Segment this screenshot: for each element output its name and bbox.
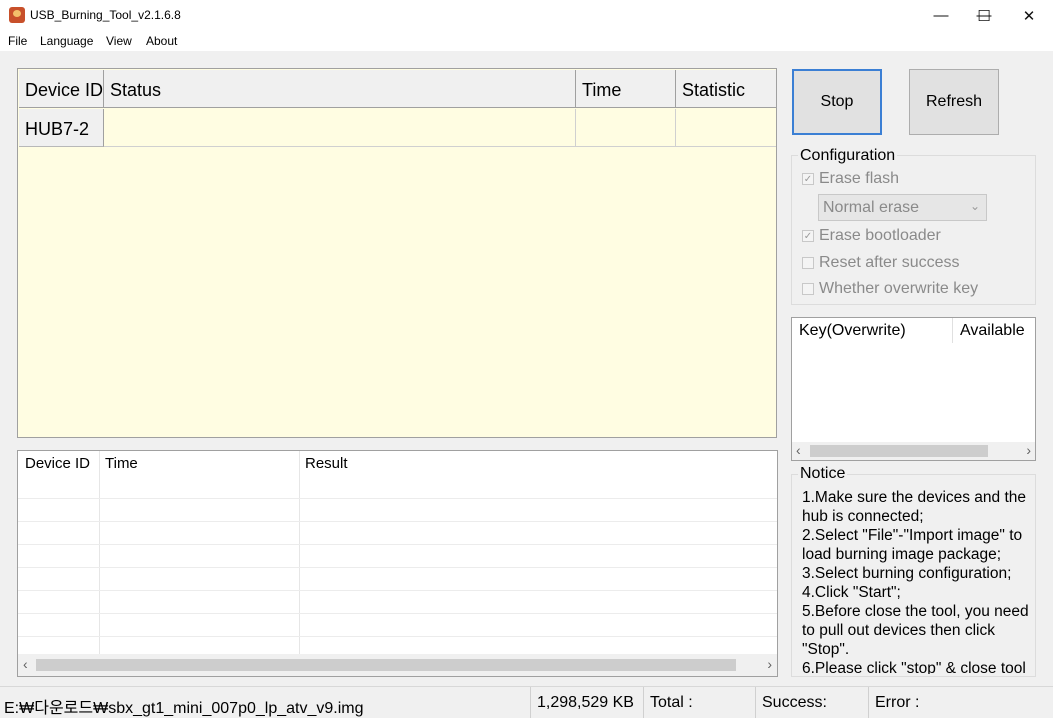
- image-size: 1,298,529 KB: [537, 694, 634, 711]
- grid-header-statistic[interactable]: Statistic: [676, 70, 776, 108]
- key-horizontal-scrollbar[interactable]: ‹ ›: [792, 442, 1035, 460]
- log-header-result[interactable]: Result: [305, 455, 348, 472]
- divider: [530, 687, 531, 718]
- close-button[interactable]: ✕: [1006, 0, 1052, 31]
- reset-after-success-label: Reset after success: [819, 254, 960, 271]
- key-header-overwrite[interactable]: Key(Overwrite): [792, 318, 953, 343]
- menu-language[interactable]: Language: [40, 34, 93, 48]
- menu-file[interactable]: File: [8, 34, 27, 48]
- grid-row-statistic: [676, 109, 776, 147]
- status-bar: E:₩다운로드₩sbx_gt1_mini_007p0_lp_atv_v9.img…: [0, 686, 1053, 718]
- erase-flash-label: Erase flash: [819, 170, 900, 187]
- log-col-divider: [99, 451, 100, 654]
- notice-line: 5.Before close the tool, you need to pul…: [802, 603, 1029, 658]
- scrollbar-thumb[interactable]: [36, 659, 736, 671]
- log-row: [18, 544, 777, 545]
- app-icon: [9, 7, 25, 23]
- notice-text: 1.Make sure the devices and the hub is c…: [802, 488, 1038, 674]
- log-horizontal-scrollbar[interactable]: ‹ ›: [18, 654, 777, 676]
- maximize-button[interactable]: ☐: [961, 0, 1007, 31]
- menu-about[interactable]: About: [146, 34, 177, 48]
- notice-title: Notice: [798, 465, 848, 483]
- grid-row-device-id[interactable]: HUB7-2: [19, 109, 104, 147]
- grid-header-device-id[interactable]: Device ID: [19, 70, 104, 108]
- key-header-available[interactable]: Available: [953, 318, 1035, 343]
- erase-bootloader-checkbox[interactable]: ✓: [802, 230, 814, 242]
- grid-row-time: [576, 109, 676, 147]
- success-count: Success:: [762, 694, 827, 711]
- maximize-icon: ☐: [977, 7, 991, 25]
- log-row: [18, 567, 777, 568]
- log-col-divider: [299, 451, 300, 654]
- stop-button[interactable]: Stop: [792, 69, 882, 135]
- divider: [868, 687, 869, 718]
- chevron-down-icon: ⌄: [969, 199, 980, 213]
- close-icon: ✕: [1022, 7, 1036, 25]
- log-row: [18, 521, 777, 522]
- refresh-button[interactable]: Refresh: [909, 69, 999, 135]
- menu-bar: File Language View About: [0, 31, 1053, 51]
- overwrite-key-checkbox[interactable]: [802, 283, 814, 295]
- log-header-device-id[interactable]: Device ID: [25, 455, 90, 472]
- erase-mode-select[interactable]: Normal erase ⌄: [818, 194, 987, 221]
- log-row: [18, 636, 777, 637]
- window-title: USB_Burning_Tool_v2.1.6.8: [30, 8, 181, 22]
- reset-after-success-option[interactable]: Reset after success: [802, 254, 960, 272]
- grid-row-status: [104, 109, 576, 147]
- title-bar: USB_Burning_Tool_v2.1.6.8 —: [0, 0, 1053, 31]
- log-row: [18, 498, 777, 499]
- error-count: Error :: [875, 694, 920, 711]
- reset-after-success-checkbox[interactable]: [802, 257, 814, 269]
- log-header-time[interactable]: Time: [105, 455, 138, 472]
- grid-header-status[interactable]: Status: [104, 70, 576, 108]
- notice-line: 6.Please click "stop" & close tool: [802, 660, 1026, 674]
- scroll-left-icon[interactable]: ‹: [23, 656, 28, 672]
- erase-bootloader-label: Erase bootloader: [819, 227, 941, 244]
- erase-bootloader-option[interactable]: ✓ Erase bootloader: [802, 227, 941, 245]
- scroll-right-icon[interactable]: ›: [1026, 442, 1031, 458]
- minimize-button-ctl[interactable]: —: [918, 0, 964, 31]
- divider: [755, 687, 756, 718]
- minimize-icon: —: [933, 7, 949, 24]
- scroll-right-icon[interactable]: ›: [767, 656, 772, 672]
- erase-flash-checkbox[interactable]: ✓: [802, 173, 814, 185]
- device-grid[interactable]: Device ID Status Time Statistic HUB7-2: [17, 68, 777, 438]
- result-log-table[interactable]: Device ID Time Result ‹ ›: [17, 450, 778, 677]
- notice-line: 4.Click "Start";: [802, 584, 901, 601]
- notice-line: 2.Select "File"-"Import image" to load b…: [802, 527, 1023, 563]
- log-row: [18, 613, 777, 614]
- configuration-title: Configuration: [798, 147, 898, 165]
- total-count: Total :: [650, 694, 693, 711]
- key-table[interactable]: Key(Overwrite) Available ‹ ›: [791, 317, 1036, 461]
- log-row: [18, 590, 777, 591]
- erase-flash-option[interactable]: ✓ Erase flash: [802, 170, 899, 188]
- divider: [643, 687, 644, 718]
- grid-header-time[interactable]: Time: [576, 70, 676, 108]
- overwrite-key-option[interactable]: Whether overwrite key: [802, 280, 978, 298]
- erase-mode-value: Normal erase: [823, 199, 920, 216]
- overwrite-key-label: Whether overwrite key: [819, 280, 979, 297]
- menu-view[interactable]: View: [106, 34, 132, 48]
- notice-line: 1.Make sure the devices and the hub is c…: [802, 489, 1027, 525]
- notice-line: 3.Select burning configuration;: [802, 565, 1012, 582]
- image-path: E:₩다운로드₩sbx_gt1_mini_007p0_lp_atv_v9.img: [4, 700, 364, 717]
- scrollbar-thumb[interactable]: [810, 445, 988, 457]
- scroll-left-icon[interactable]: ‹: [796, 442, 801, 458]
